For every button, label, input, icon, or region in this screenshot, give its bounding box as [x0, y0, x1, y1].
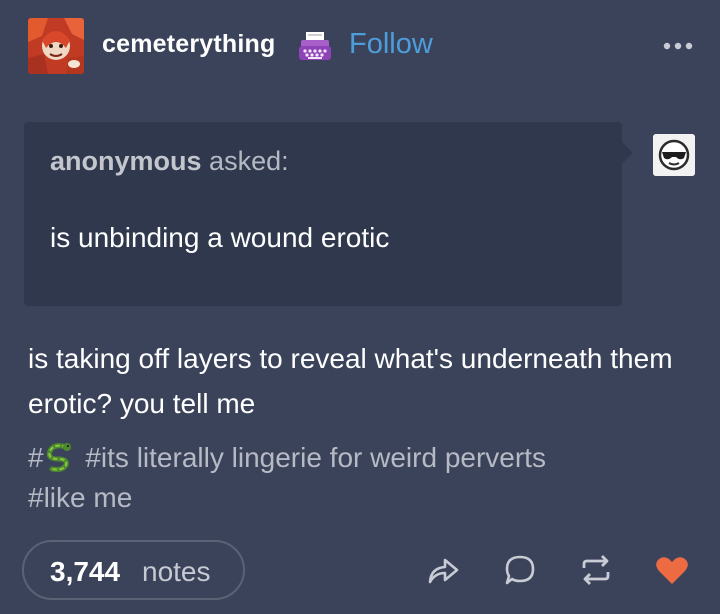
heart-icon[interactable] — [654, 552, 690, 588]
asker-name[interactable]: anonymous — [50, 146, 202, 176]
tag-prefix: # — [28, 442, 44, 473]
share-icon[interactable] — [425, 552, 461, 588]
blog-avatar[interactable] — [28, 18, 84, 74]
more-dots-icon[interactable] — [662, 40, 694, 52]
typewriter-icon — [299, 32, 331, 60]
notes-button[interactable]: 3,744 notes — [22, 540, 245, 600]
asker-line: anonymous asked: — [50, 146, 289, 177]
tags-list: # #its literally lingerie for weird perv… — [28, 438, 698, 518]
tag-like-me[interactable]: #like me — [28, 482, 132, 513]
notes-label: notes — [142, 556, 211, 587]
reblog-icon[interactable] — [578, 552, 614, 588]
ask-pointer — [622, 142, 633, 164]
post-header: cemeterything Follow — [0, 0, 720, 90]
avatar-illustration — [28, 18, 84, 74]
asked-label: asked: — [209, 146, 289, 176]
reply-icon[interactable] — [502, 552, 538, 588]
tag-lingerie[interactable]: #its literally lingerie for weird perver… — [85, 442, 546, 473]
snake-icon — [46, 443, 71, 472]
ask-question: is unbinding a wound erotic — [50, 222, 390, 253]
blog-username[interactable]: cemeterything — [102, 30, 276, 59]
sunglasses-face-icon — [653, 134, 695, 176]
notes-count: 3,744 — [50, 556, 121, 587]
tag-snake[interactable]: # — [28, 442, 78, 473]
post-answer: is taking off layers to reveal what's un… — [28, 343, 673, 419]
follow-button[interactable]: Follow — [349, 28, 433, 61]
